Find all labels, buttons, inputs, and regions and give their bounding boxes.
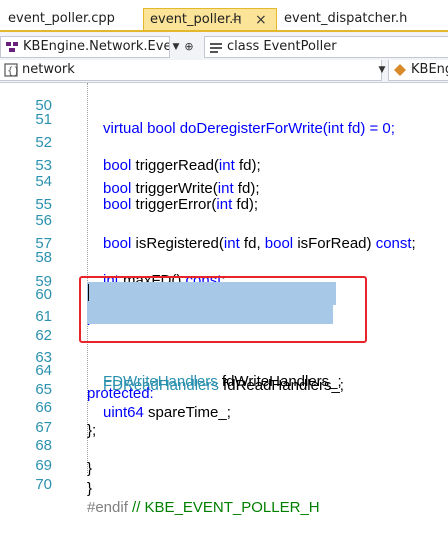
project-icon (6, 42, 18, 52)
tab-event-dispatcher-h[interactable]: event_dispatcher.h (278, 8, 407, 30)
highlight-box (79, 276, 367, 343)
project-combo[interactable]: KBEngine.Network.Event (0, 36, 170, 58)
code-line: 56 bool isRegistered(int fd, bool isForR… (0, 186, 448, 252)
chevron-down-icon[interactable]: ▼ (170, 37, 182, 57)
project-combo-label: KBEngine.Network.Event (23, 39, 170, 54)
split-icon[interactable]: ⊕ (183, 37, 195, 57)
navigation-bar: KBEngine.Network.Event ▼ ⊕ class EventPo… (0, 32, 448, 61)
pin-icon[interactable]: ⊣ (231, 9, 241, 31)
tab-event-poller-h[interactable]: event_poller.h ⊣ × (143, 8, 277, 32)
code-line: 54 bool triggerError(int fd); (0, 147, 448, 213)
document-tab-bar: event_poller.cpp event_poller.h ⊣ × even… (0, 0, 448, 32)
line-number: 70 (35, 476, 52, 493)
code-line: 58 int maxFD() const; (0, 223, 448, 289)
tab-label: event_dispatcher.h (284, 11, 408, 26)
tab-label: event_poller.cpp (8, 11, 115, 26)
code-line: 70 #endif // KBE_EVENT_POLLER_H (0, 450, 448, 516)
code-line: 51 (0, 85, 448, 128)
tab-event-poller-cpp[interactable]: event_poller.cpp (2, 8, 115, 30)
close-icon[interactable]: × (255, 9, 267, 31)
tab-label: event_poller.h (150, 12, 242, 27)
code-text: #endif // KBE_EVENT_POLLER_H (87, 499, 320, 516)
class-combo[interactable]: class EventPoller (204, 36, 448, 58)
line-number: 51 (35, 111, 52, 128)
code-line: 52 bool triggerRead(int fd); (0, 108, 448, 174)
class-combo-label: class EventPoller (227, 39, 337, 54)
class-icon (210, 43, 222, 53)
